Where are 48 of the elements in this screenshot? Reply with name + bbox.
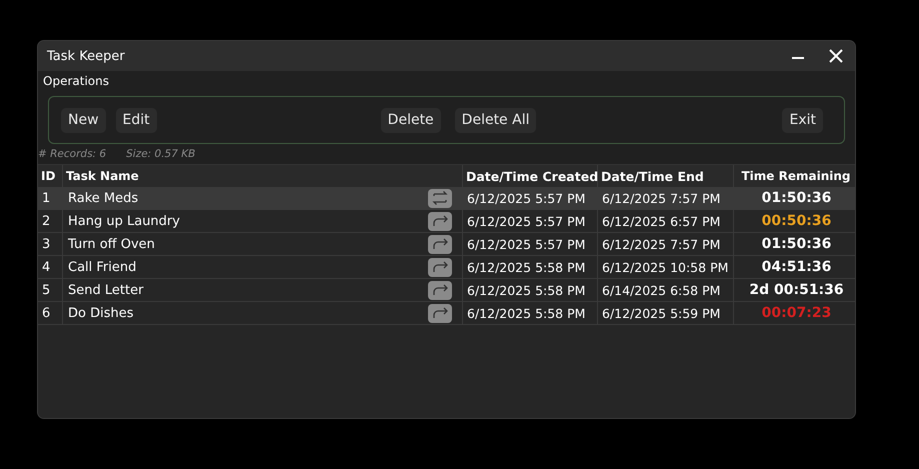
time-remaining: 2d 00:51:36	[748, 281, 845, 300]
toolbar-button[interactable]: Exit	[782, 108, 823, 132]
table-cell: Turn off Oven	[67, 236, 155, 252]
table-row[interactable]: 4 Call Friend 6/12/2025 5:58 PM 6/12/2025 10:58 PM 04:51:36	[38, 256, 855, 279]
table-cell: Send Letter	[67, 282, 144, 298]
time-remaining: 01:50:36	[760, 189, 832, 208]
time-remaining: 04:51:36	[760, 258, 832, 277]
column-header[interactable]: Time Remaining	[734, 165, 855, 187]
table-cell: 6/12/2025 5:58 PM	[463, 279, 598, 301]
time-remaining: 00:50:36	[760, 212, 832, 231]
file-size: Size: 0.57 KB	[126, 148, 196, 160]
table-cell: 6/12/2025 5:59 PM	[598, 302, 734, 324]
records-count: # Records: 6	[38, 148, 106, 160]
table-cell: Rake Meds	[67, 190, 138, 206]
table-row[interactable]: 5 Send Letter 6/12/2025 5:58 PM 6/14/2025 6:58 PM 2d 00:51:36	[38, 279, 855, 302]
table-cell: 1	[38, 187, 63, 209]
table-cell: 6/12/2025 6:57 PM	[598, 210, 734, 232]
menu-item[interactable]: Operations	[43, 74, 109, 88]
close-icon[interactable]	[829, 49, 843, 63]
table-row[interactable]: 1 Rake Meds 6/12/2025 5:57 PM 6/12/2025 7:57 PM 01:50:36	[38, 187, 855, 210]
repeat-icon[interactable]	[428, 188, 452, 208]
table-row[interactable]: 2 Hang up Laundry 6/12/2025 5:57 PM 6/12/2025 6:57 PM 00:50:36	[38, 210, 855, 233]
toolbar-button[interactable]: Edit	[116, 108, 157, 132]
table-row[interactable]: 6 Do Dishes 6/12/2025 5:58 PM 6/12/2025 5:59 PM 00:07:23	[38, 302, 855, 325]
table-cell: 5	[38, 279, 63, 301]
table-cell: 6/12/2025 5:58 PM	[463, 302, 598, 324]
table-cell: 6/12/2025 10:58 PM	[598, 256, 734, 278]
table-row[interactable]: 3 Turn off Oven 6/12/2025 5:57 PM 6/12/2025 7:57 PM 01:50:36	[38, 233, 855, 256]
table-cell: 6/12/2025 7:57 PM	[598, 233, 734, 255]
time-remaining: 01:50:36	[760, 235, 832, 254]
table-cell: 6/12/2025 7:57 PM	[598, 187, 734, 209]
table-cell: 6	[38, 302, 63, 324]
table-cell: 6/14/2025 6:58 PM	[598, 279, 734, 301]
table-cell: Do Dishes	[67, 306, 134, 320]
table-cell: 2	[38, 210, 63, 232]
table-cell: 4	[38, 256, 63, 278]
table-cell: 3	[38, 233, 63, 255]
table-cell: 6/12/2025 5:58 PM	[463, 256, 598, 278]
toolbar-button[interactable]: Delete	[380, 108, 441, 132]
toolbar-button[interactable]: New	[61, 108, 106, 132]
toolbar-button[interactable]: Delete All	[454, 108, 536, 132]
table-cell: 6/12/2025 5:57 PM	[463, 233, 598, 255]
table-cell: 6/12/2025 5:57 PM	[463, 187, 598, 209]
time-remaining: 00:07:23	[760, 304, 832, 323]
window-title: Task Keeper	[47, 48, 126, 64]
table-cell: Call Friend	[67, 260, 136, 274]
table-cell: 6/12/2025 5:57 PM	[463, 210, 598, 232]
table-cell: Hang up Laundry	[67, 214, 180, 228]
